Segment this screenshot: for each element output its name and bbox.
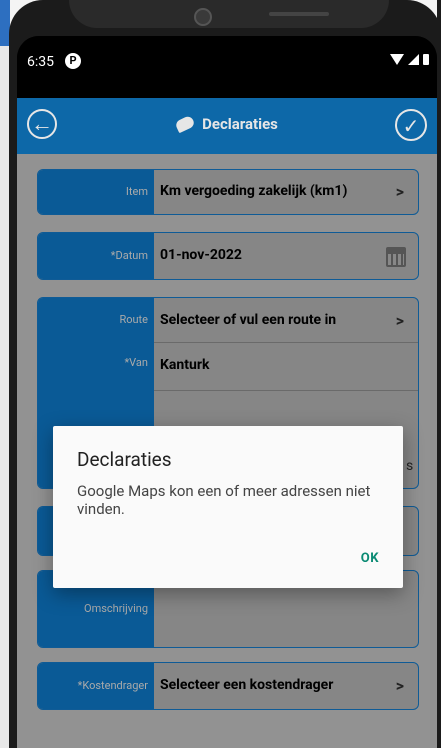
dialog-message: Google Maps kon een of meer adressen nie… <box>77 482 371 518</box>
dialog-scrim[interactable] <box>17 98 437 748</box>
phone-top-bezel <box>69 0 389 28</box>
device-frame: 6:35 P ← Declaraties ✓ Item Km vergoedin… <box>0 0 441 748</box>
status-icons <box>390 54 429 65</box>
notification-app-icon: P <box>65 53 81 69</box>
dialog-ok-button[interactable]: OK <box>361 551 379 566</box>
phone-screen: 6:35 P ← Declaraties ✓ Item Km vergoedin… <box>17 36 437 748</box>
status-bar: 6:35 P <box>17 36 437 98</box>
app-content: ← Declaraties ✓ Item Km vergoeding zakel… <box>17 98 437 748</box>
signal-icon <box>408 54 419 65</box>
speaker-grille <box>269 12 329 16</box>
phone-right-edge <box>437 0 441 748</box>
dialog-title: Declaraties <box>77 448 172 471</box>
wifi-icon <box>390 54 404 65</box>
camera-icon <box>194 8 212 26</box>
status-time: 6:35 <box>27 54 54 70</box>
battery-icon <box>423 54 429 65</box>
alert-dialog: Declaraties Google Maps kon een of meer … <box>53 426 403 588</box>
